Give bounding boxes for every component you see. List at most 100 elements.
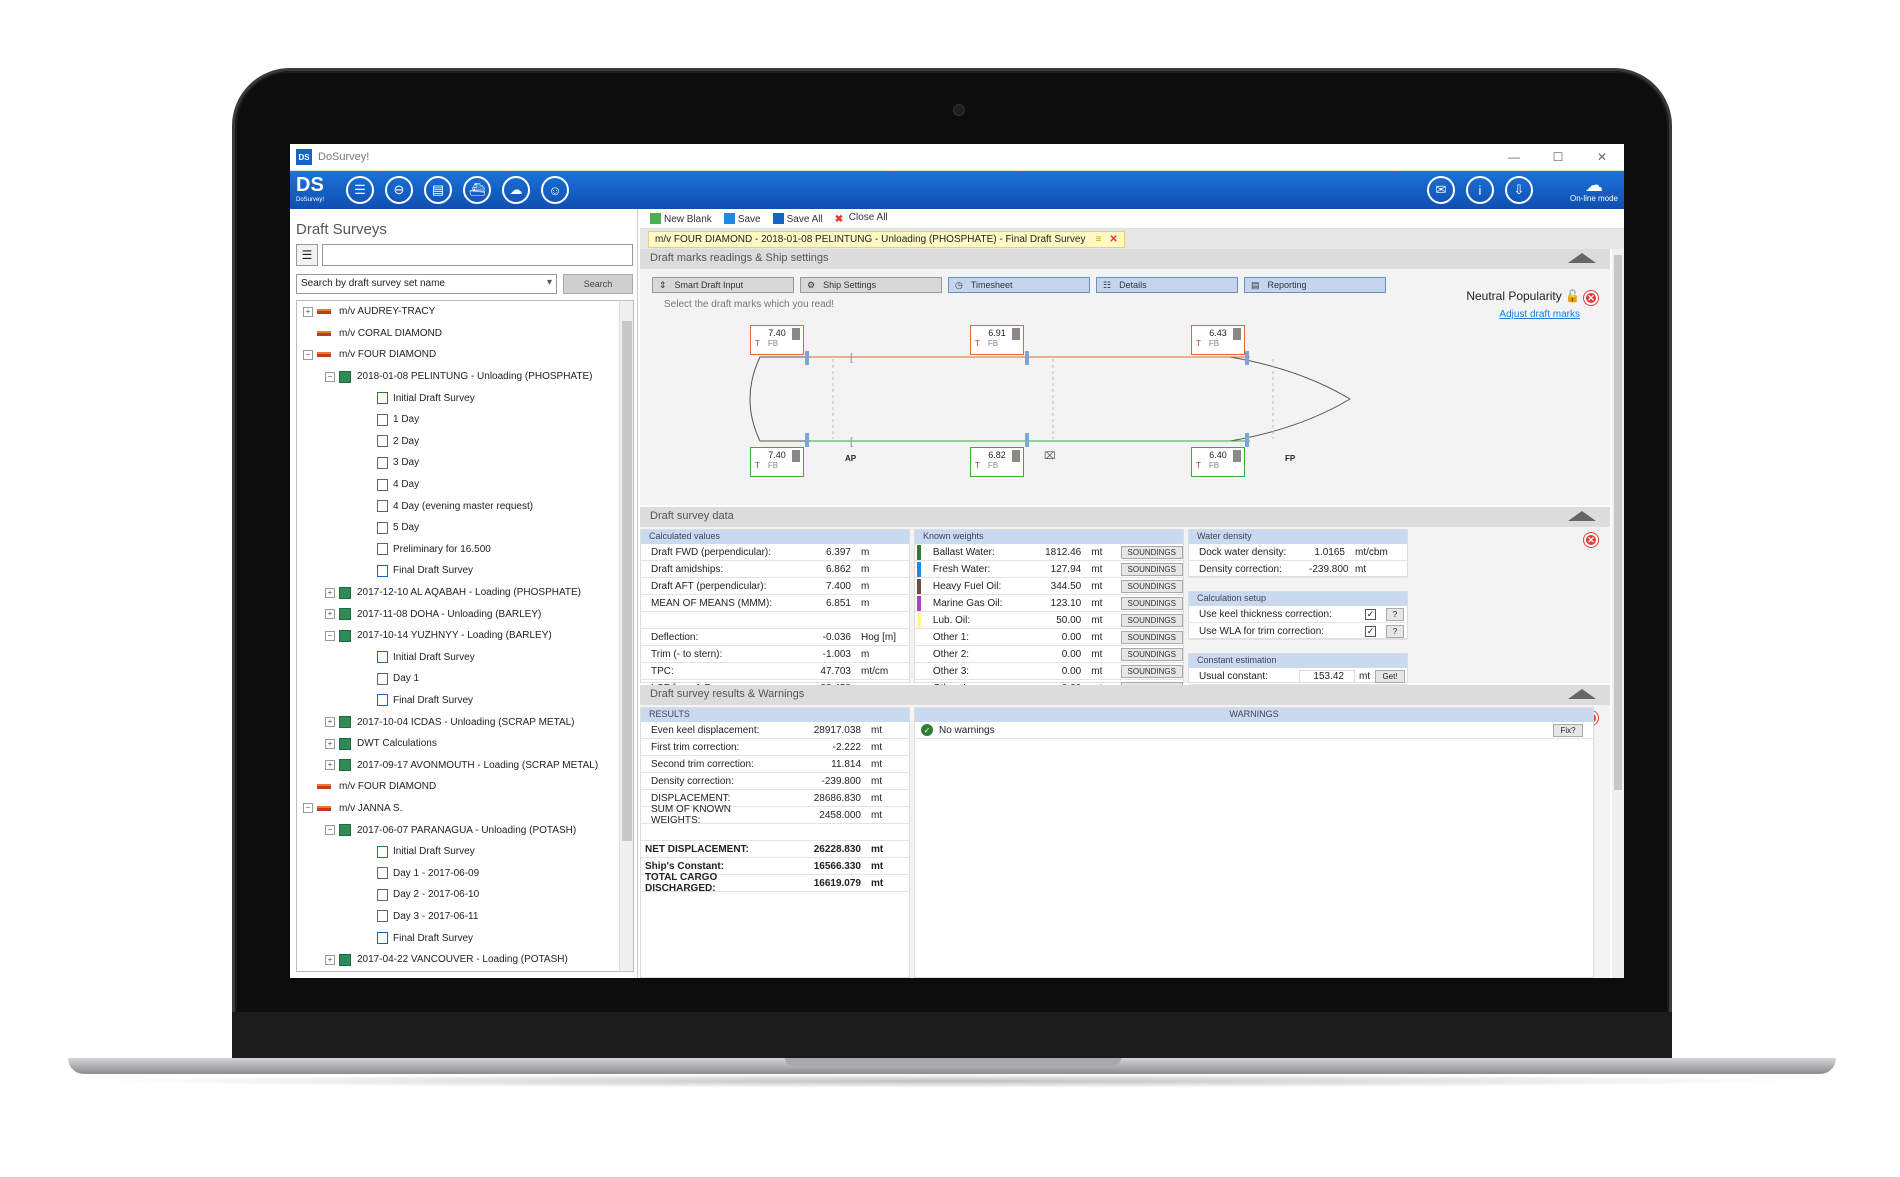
tab-ship-settings[interactable]: ⚙ Ship Settings (800, 277, 942, 293)
tree-item[interactable]: Preliminary for 16.500 (297, 539, 633, 561)
row-value[interactable]: -239.800 (1309, 564, 1355, 575)
download-cart-icon[interactable]: ⇩ (1505, 176, 1533, 204)
tree-item[interactable]: +2017-12-10 AL AQABAH - Loading (PHOSPHA… (297, 582, 633, 604)
tree-item[interactable]: 5 Day (297, 517, 633, 539)
checkbox[interactable]: ✓ (1365, 608, 1376, 620)
tree-item[interactable]: 4 Day (evening master request) (297, 495, 633, 517)
collapse-icon[interactable]: − (325, 825, 335, 836)
soundings-button[interactable]: SOUNDINGS (1120, 664, 1184, 678)
maximize-button[interactable]: ☐ (1536, 150, 1580, 164)
row-value[interactable]: 50.00 (1013, 615, 1091, 626)
mail-icon[interactable]: ✉ (1427, 176, 1455, 204)
tree-item[interactable]: +2017-10-04 ICDAS - Unloading (SCRAP MET… (297, 711, 633, 733)
tree-item[interactable]: Day 1 - 2017-06-09 (297, 862, 633, 884)
tree-item[interactable]: − m/v FOUR DIAMOND (297, 344, 633, 366)
tree-item[interactable]: − 2018-01-08 PELINTUNG - Unloading (PHOSP… (297, 366, 633, 388)
menu-icon[interactable]: ☰ (346, 176, 374, 204)
tree-item[interactable]: 4 Day (297, 474, 633, 496)
tree-item[interactable]: Day 2 - 2017-06-10 (297, 884, 633, 906)
user-icon[interactable]: ☺ (541, 176, 569, 204)
tree-item[interactable]: + m/v AUDREY-TRACY (297, 301, 633, 323)
tab-timesheet[interactable]: ◷ Timesheet (948, 277, 1090, 293)
adjust-draft-marks-link[interactable]: Adjust draft marks (1499, 309, 1580, 320)
checkbox[interactable]: ✓ (1365, 625, 1376, 637)
collapse-icon[interactable]: − (325, 371, 335, 382)
tree-item[interactable]: − m/v JANNA S. (297, 798, 633, 820)
tree-item[interactable]: Final Draft Survey (297, 927, 633, 949)
help-button[interactable]: ? (1386, 624, 1404, 638)
tree-item[interactable]: m/v CORAL DIAMOND (297, 323, 633, 345)
expand-icon[interactable]: + (303, 306, 313, 317)
search-mode-select[interactable]: Search by draft survey set name (296, 274, 557, 294)
tree-item[interactable]: m/v FOUR DIAMOND (297, 776, 633, 798)
expand-icon[interactable]: + (325, 738, 335, 749)
spinner-icon[interactable] (1012, 328, 1020, 340)
clipboard-icon[interactable]: ▤ (424, 176, 452, 204)
close-button[interactable]: ✕ (1580, 150, 1624, 164)
tree-item[interactable]: +2017-11-08 DOHA - Unloading (BARLEY) (297, 603, 633, 625)
spinner-icon[interactable] (1233, 450, 1241, 462)
tree-scroll-thumb[interactable] (622, 321, 632, 841)
tree-item[interactable]: Day 1 (297, 668, 633, 690)
tree-scrollbar[interactable] (619, 301, 633, 971)
help-button[interactable]: ? (1386, 607, 1404, 621)
row-value[interactable]: 344.50 (1013, 581, 1091, 592)
row-value[interactable]: 0.00 (1013, 632, 1091, 643)
constant-value[interactable]: 153.42 (1299, 669, 1355, 683)
spinner-icon[interactable] (1012, 450, 1020, 462)
draft-mark-top[interactable]: 6.91 T FB (970, 325, 1024, 355)
row-value[interactable]: 0.00 (1013, 649, 1091, 660)
tab-smart-draft-input[interactable]: ⇕ Smart Draft Input (652, 277, 794, 293)
minimize-button[interactable]: — (1492, 150, 1536, 164)
tab-list-icon[interactable]: ≡ (1095, 234, 1101, 245)
tree-item[interactable]: +2017-09-17 AVONMOUTH - Loading (SCRAP M… (297, 754, 633, 776)
tree-item[interactable]: Day 3 - 2017-06-11 (297, 906, 633, 928)
draft-marks-header[interactable]: Draft marks readings & Ship settings (640, 249, 1610, 269)
document-tab[interactable]: m/v FOUR DIAMOND - 2018-01-08 PELINTUNG … (648, 230, 1125, 248)
tree-item[interactable]: 2 Day (297, 431, 633, 453)
row-value[interactable]: 1.0165 (1309, 547, 1355, 558)
expand-icon[interactable]: + (325, 609, 335, 620)
soundings-button[interactable]: SOUNDINGS (1120, 545, 1184, 559)
collapse-icon[interactable]: − (303, 803, 313, 814)
tab-details[interactable]: ☷ Details (1096, 277, 1238, 293)
expand-icon[interactable]: + (325, 717, 335, 728)
collapse-icon[interactable]: − (325, 630, 335, 641)
tree-item[interactable]: 3 Day (297, 452, 633, 474)
close-circle-icon[interactable]: ✕ (1584, 291, 1598, 305)
fix-button[interactable]: Fix? (1553, 723, 1583, 737)
spinner-icon[interactable] (792, 328, 800, 340)
search-button[interactable]: Search (563, 274, 633, 294)
soundings-button[interactable]: SOUNDINGS (1120, 613, 1184, 627)
row-value[interactable]: 1812.46 (1013, 547, 1091, 558)
tree-item[interactable]: Final Draft Survey (297, 560, 633, 582)
results-header[interactable]: Draft survey results & Warnings (640, 685, 1610, 705)
draft-mark-bot[interactable]: 6.82 T FB (970, 447, 1024, 477)
close-all-button[interactable]: ✖ Close All (835, 212, 888, 225)
draft-mark-bot[interactable]: 6.40 T FB (1191, 447, 1245, 477)
new-blank-button[interactable]: New Blank (650, 212, 712, 225)
soundings-button[interactable]: SOUNDINGS (1120, 562, 1184, 576)
main-scrollbar[interactable] (1612, 249, 1624, 978)
save-all-button[interactable]: Save All (772, 212, 823, 225)
draft-data-header[interactable]: Draft survey data (640, 507, 1610, 527)
online-mode-indicator[interactable]: ☁ On-line mode (1564, 176, 1624, 204)
spinner-icon[interactable] (1233, 328, 1241, 340)
tab-close-icon[interactable]: ✕ (1109, 234, 1117, 245)
tree-item[interactable]: − 2017-06-07 PARANAGUA - Unloading (POTAS… (297, 819, 633, 841)
spinner-icon[interactable] (792, 450, 800, 462)
row-value[interactable]: 127.94 (1013, 564, 1091, 575)
soundings-button[interactable]: SOUNDINGS (1120, 647, 1184, 661)
globe-icon[interactable]: ⊖ (385, 176, 413, 204)
tree-item[interactable]: + DWT Calculations (297, 733, 633, 755)
draft-mark-bot[interactable]: 7.40 T FB (750, 447, 804, 477)
tree-item[interactable]: Initial Draft Survey (297, 841, 633, 863)
unlock-icon[interactable]: 🔓 (1565, 289, 1580, 303)
tree-item[interactable]: 1 Day (297, 409, 633, 431)
close-circle-icon[interactable]: ✕ (1584, 533, 1598, 547)
soundings-button[interactable]: SOUNDINGS (1120, 630, 1184, 644)
tree-item[interactable]: Initial Draft Survey (297, 647, 633, 669)
get-constant-button[interactable]: Get! (1375, 669, 1405, 683)
list-menu-icon[interactable]: ☰ (296, 244, 318, 266)
draft-mark-top[interactable]: 6.43 T FB (1191, 325, 1245, 355)
